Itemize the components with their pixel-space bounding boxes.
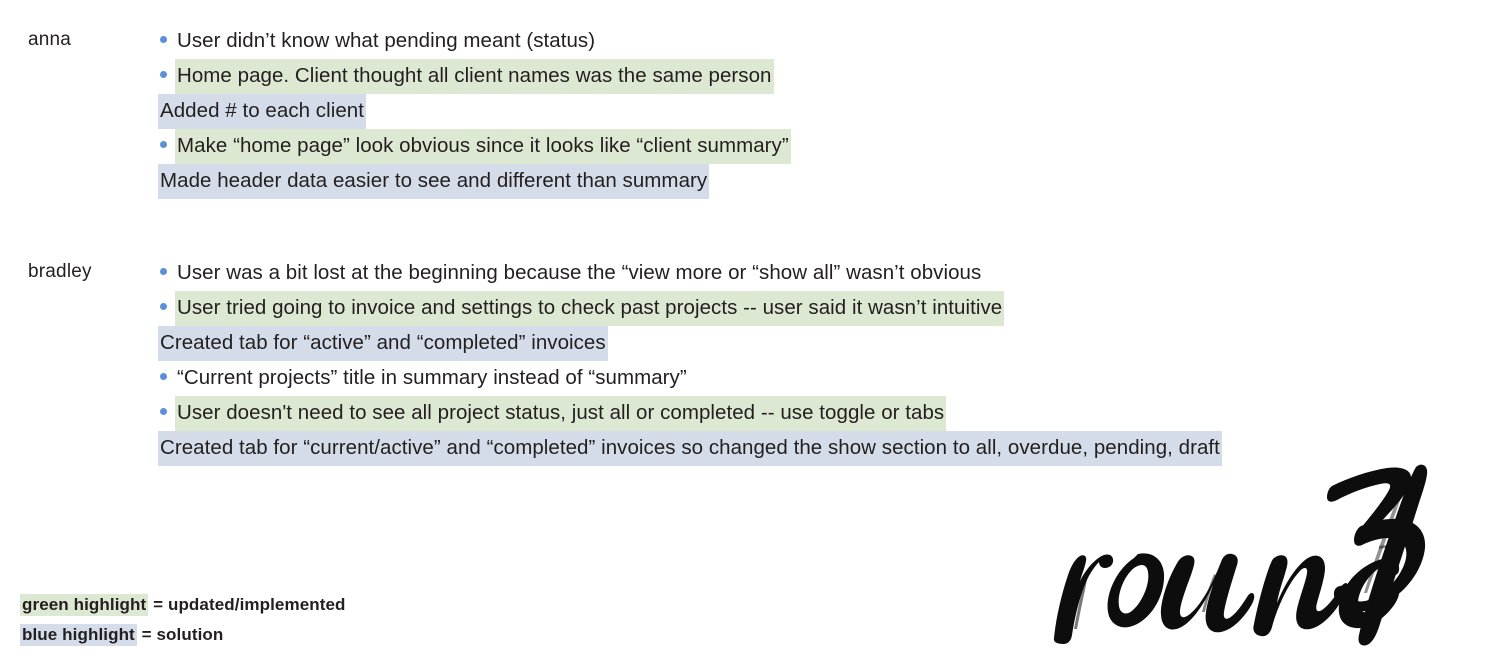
- note-lines-bradley: User was a bit lost at the beginning bec…: [158, 256, 1490, 466]
- note-line-text: Made header data easier to see and diffe…: [158, 164, 710, 199]
- note-bullet-line: User tried going to invoice and settings…: [160, 291, 1490, 326]
- bullet-dot-icon: [160, 36, 167, 43]
- note-line-text: Make “home page” look obvious since it l…: [175, 129, 791, 164]
- note-line-text: Added # to each client: [158, 94, 366, 129]
- note-bullet-line: User doesn't need to see all project sta…: [160, 396, 1490, 431]
- note-bullet-line: User was a bit lost at the beginning bec…: [160, 256, 1490, 291]
- note-bullet-line: “Current projects” title in summary inst…: [160, 361, 1490, 396]
- bullet-dot-icon: [160, 408, 167, 415]
- note-solution-line: Added # to each client: [158, 94, 1490, 129]
- legend-row-green: green highlight = updated/implemented: [20, 590, 540, 620]
- bullet-dot-icon: [160, 268, 167, 275]
- note-bullet-line: User didn’t know what pending meant (sta…: [160, 24, 1490, 59]
- note-lines-anna: User didn’t know what pending meant (sta…: [158, 24, 1490, 199]
- participant-name-anna: anna: [28, 29, 72, 50]
- note-line-text: User was a bit lost at the beginning bec…: [177, 261, 982, 284]
- note-line-text: User tried going to invoice and settings…: [175, 291, 1005, 326]
- legend-meaning-blue: = solution: [136, 625, 224, 644]
- bullet-dot-icon: [160, 71, 167, 78]
- note-line-text: Created tab for “active” and “completed”…: [158, 326, 608, 361]
- participant-name-bradley: bradley: [28, 261, 92, 282]
- note-line-text: “Current projects” title in summary inst…: [177, 366, 687, 389]
- note-line-text: User doesn't need to see all project sta…: [175, 396, 947, 431]
- legend-row-blue: blue highlight = solution: [20, 620, 540, 650]
- bullet-dot-icon: [160, 141, 167, 148]
- note-line-text: Home page. Client thought all client nam…: [175, 59, 774, 94]
- round-3-svg: round 3: [1053, 464, 1428, 646]
- legend-meaning-green: = updated/implemented: [148, 595, 346, 614]
- legend-swatch-green: green highlight: [20, 594, 149, 616]
- note-solution-line: Made header data easier to see and diffe…: [158, 164, 1490, 199]
- legend-swatch-blue: blue highlight: [20, 624, 137, 646]
- highlight-legend: green highlight = updated/implemented bl…: [20, 590, 540, 650]
- bullet-dot-icon: [160, 373, 167, 380]
- note-line-text: User didn’t know what pending meant (sta…: [177, 29, 596, 52]
- round-3-handwriting: round 3: [1030, 455, 1500, 655]
- bullet-dot-icon: [160, 303, 167, 310]
- note-bullet-line: Home page. Client thought all client nam…: [160, 59, 1490, 94]
- note-bullet-line: Make “home page” look obvious since it l…: [160, 129, 1490, 164]
- note-solution-line: Created tab for “active” and “completed”…: [158, 326, 1490, 361]
